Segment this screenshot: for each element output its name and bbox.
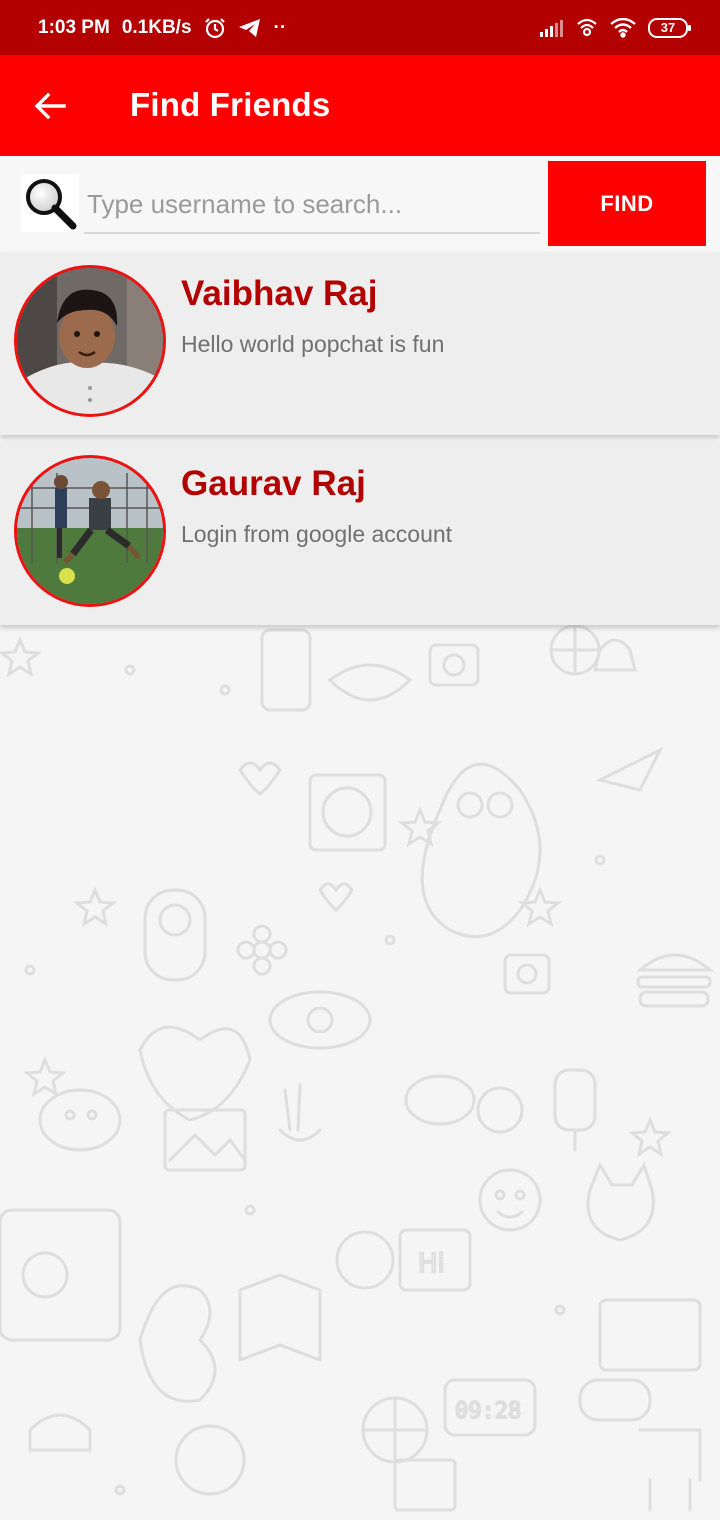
svg-text:09:28: 09:28: [455, 1399, 521, 1424]
signal-icon: [540, 19, 564, 37]
username-search-input[interactable]: [84, 176, 540, 234]
friend-status: Login from google account: [181, 521, 453, 547]
chat-wallpaper: Hi 09:28: [0, 250, 720, 1520]
wifi-icon: [610, 17, 636, 38]
svg-text:Hi: Hi: [418, 1249, 445, 1279]
hotspot-icon: [576, 18, 598, 38]
telegram-icon: [238, 17, 262, 39]
battery-level: 37: [660, 20, 676, 35]
friend-status: Hello world popchat is fun: [181, 331, 445, 357]
system-status-bar: 1:03 PM 0.1KB/s ·· 37: [0, 0, 720, 55]
back-button[interactable]: [30, 88, 70, 124]
magnifier-icon: [21, 174, 79, 232]
page-title: Find Friends: [130, 86, 331, 123]
friend-list-item[interactable]: Gaurav Raj Login from google account: [0, 442, 720, 625]
friend-name: Gaurav Raj: [181, 464, 366, 503]
app-toolbar: Find Friends: [0, 55, 720, 156]
friend-name: Vaibhav Raj: [181, 274, 378, 313]
avatar: [14, 455, 166, 607]
alarm-icon: [204, 17, 226, 39]
network-speed: 0.1KB/s: [121, 16, 192, 38]
more-notifications-dots: ··: [273, 16, 287, 38]
friend-list-item[interactable]: Vaibhav Raj Hello world popchat is fun: [0, 252, 720, 435]
status-time: 1:03 PM: [38, 16, 110, 38]
find-button[interactable]: FIND: [548, 161, 706, 246]
battery-icon: 37: [648, 17, 691, 38]
arrow-left-icon: [34, 92, 66, 120]
search-bar: FIND: [0, 156, 720, 250]
avatar: [14, 265, 166, 417]
